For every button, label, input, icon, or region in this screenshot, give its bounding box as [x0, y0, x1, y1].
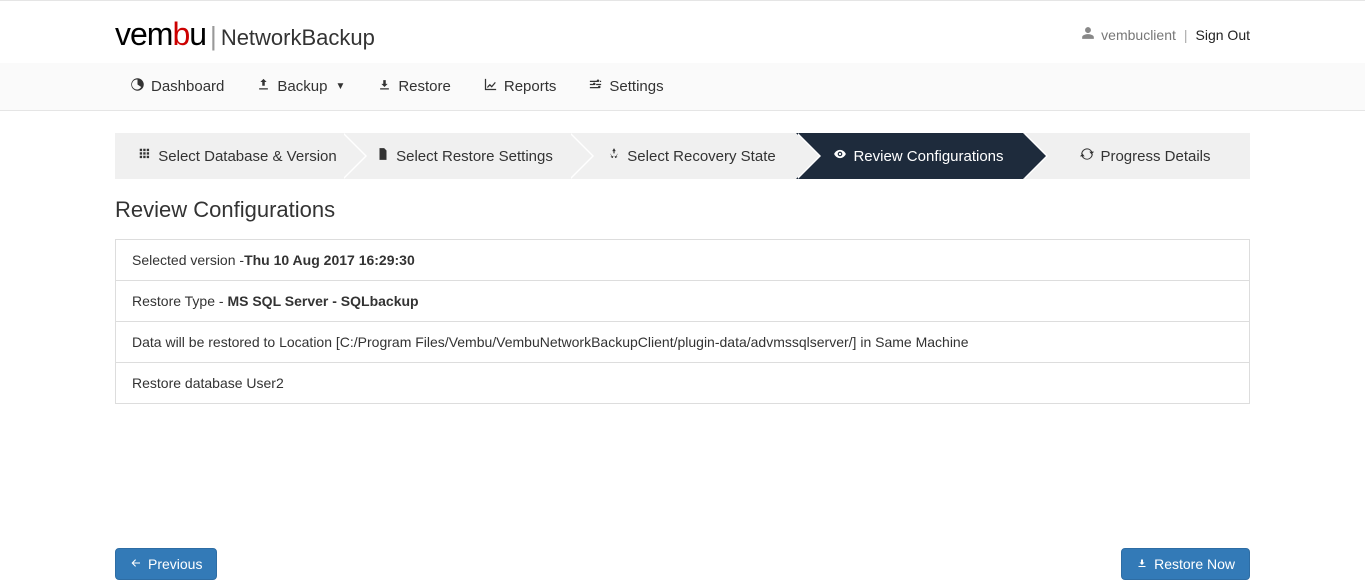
dashboard-icon — [130, 77, 145, 96]
refresh-icon — [1080, 147, 1094, 165]
recycle-icon — [607, 147, 621, 165]
logo: vembu | NetworkBackup — [115, 16, 375, 53]
wizard-step-3[interactable]: Select Recovery State — [569, 133, 796, 179]
location-text: Data will be restored to Location [C:/Pr… — [132, 334, 969, 350]
file-icon — [376, 147, 390, 165]
nav-backup-label: Backup — [277, 78, 327, 95]
config-row-database: Restore database User2 — [116, 363, 1249, 403]
signout-link[interactable]: Sign Out — [1196, 27, 1250, 43]
nav-settings[interactable]: Settings — [588, 77, 663, 96]
logo-prefix: vem — [115, 16, 172, 52]
wizard-step-5[interactable]: Progress Details — [1023, 133, 1250, 179]
nav-restore[interactable]: Restore — [377, 77, 451, 96]
wizard-step-4-label: Review Configurations — [853, 148, 1003, 165]
version-label: Selected version - — [132, 252, 244, 268]
logo-suffix: u — [189, 16, 206, 52]
version-value: Thu 10 Aug 2017 16:29:30 — [244, 252, 415, 268]
wizard-step-2[interactable]: Select Restore Settings — [342, 133, 569, 179]
footer-actions: Previous Restore Now — [0, 548, 1365, 580]
config-panel: Selected version -Thu 10 Aug 2017 16:29:… — [115, 239, 1250, 404]
config-row-location: Data will be restored to Location [C:/Pr… — [116, 322, 1249, 363]
wizard-step-2-label: Select Restore Settings — [396, 148, 553, 165]
page-title: Review Configurations — [115, 197, 1250, 223]
content: Select Database & Version Select Restore… — [0, 111, 1365, 404]
header: vembu | NetworkBackup vembuclient | Sign… — [0, 0, 1365, 63]
wizard-steps: Select Database & Version Select Restore… — [115, 133, 1250, 179]
header-user-area: vembuclient | Sign Out — [1081, 26, 1250, 43]
nav-backup[interactable]: Backup ▼ — [256, 77, 345, 96]
wizard-step-5-label: Progress Details — [1100, 148, 1210, 165]
nav-reports[interactable]: Reports — [483, 77, 557, 96]
wizard-step-1-label: Select Database & Version — [158, 148, 336, 165]
nav-reports-label: Reports — [504, 78, 557, 95]
nav-settings-label: Settings — [609, 78, 663, 95]
restore-now-button[interactable]: Restore Now — [1121, 548, 1250, 580]
caret-down-icon: ▼ — [335, 81, 345, 92]
logo-b: b — [172, 16, 189, 52]
restore-type-label: Restore Type - — [132, 293, 227, 309]
previous-button-label: Previous — [148, 556, 202, 572]
wizard-step-4[interactable]: Review Configurations — [796, 133, 1023, 179]
logo-divider: | — [210, 21, 217, 52]
restore-now-button-label: Restore Now — [1154, 556, 1235, 572]
username-label: vembuclient — [1101, 27, 1176, 43]
arrow-left-icon — [130, 556, 142, 572]
nav-dashboard[interactable]: Dashboard — [130, 77, 224, 96]
grid-icon — [138, 147, 152, 165]
wizard-step-3-label: Select Recovery State — [627, 148, 775, 165]
previous-button[interactable]: Previous — [115, 548, 217, 580]
config-row-version: Selected version -Thu 10 Aug 2017 16:29:… — [116, 240, 1249, 281]
nav-restore-label: Restore — [398, 78, 451, 95]
restore-type-value: MS SQL Server - SQLbackup — [227, 293, 418, 309]
settings-icon — [588, 77, 603, 96]
upload-icon — [256, 77, 271, 96]
nav-dashboard-label: Dashboard — [151, 78, 224, 95]
divider: | — [1184, 27, 1188, 43]
chart-icon — [483, 77, 498, 96]
database-text: Restore database User2 — [132, 375, 284, 391]
config-row-restore-type: Restore Type - MS SQL Server - SQLbackup — [116, 281, 1249, 322]
product-name: NetworkBackup — [221, 25, 375, 51]
download-icon — [377, 77, 392, 96]
eye-icon — [833, 147, 847, 165]
user-icon — [1081, 26, 1095, 43]
wizard-step-1[interactable]: Select Database & Version — [115, 133, 342, 179]
primary-nav: Dashboard Backup ▼ Restore Reports Setti… — [0, 63, 1365, 111]
download-icon — [1136, 556, 1148, 572]
